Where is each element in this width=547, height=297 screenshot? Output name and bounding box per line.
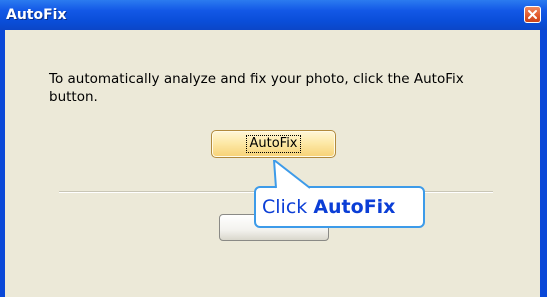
autofix-dialog-window: AutoFix To automatically analyze and fix… [0, 0, 547, 297]
callout-pointer-icon [273, 160, 311, 189]
autofix-button[interactable]: AutoFix [211, 130, 336, 158]
title-bar[interactable]: AutoFix [0, 0, 547, 30]
autofix-button-label: AutoFix [246, 135, 301, 153]
window-title: AutoFix [6, 7, 67, 23]
close-button[interactable] [524, 6, 541, 23]
callout-prefix: Click [262, 196, 314, 218]
callout-emphasis: AutoFix [313, 196, 396, 218]
close-x-icon [528, 10, 537, 19]
instruction-message: To automatically analyze and fix your ph… [49, 71, 464, 105]
callout-text: Click AutoFix [262, 195, 395, 219]
